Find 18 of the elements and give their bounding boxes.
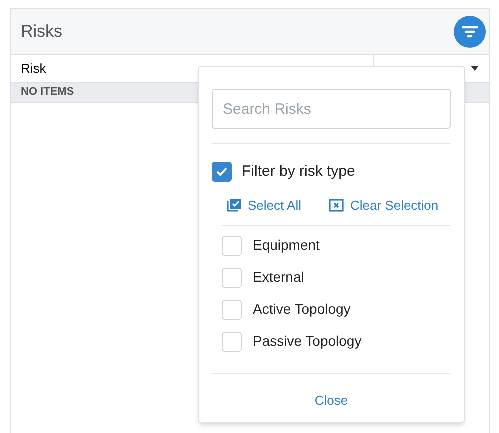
- close-button[interactable]: Close: [314, 391, 348, 410]
- checkbox[interactable]: [212, 162, 232, 182]
- checkbox-label: Active Topology: [253, 300, 351, 319]
- checkbox-label: Filter by risk type: [242, 162, 356, 182]
- select-all-link[interactable]: Select All: [227, 196, 302, 215]
- filter-button[interactable]: [454, 16, 486, 48]
- clear-selection-link[interactable]: Clear Selection: [329, 196, 439, 215]
- select-all-icon: [227, 198, 242, 212]
- search-field[interactable]: Search Risks: [212, 89, 451, 129]
- checkbox-label: Equipment: [253, 236, 320, 255]
- filter-icon: [462, 26, 478, 38]
- empty-message: NO ITEMS: [21, 85, 74, 100]
- dropdown-caret-icon[interactable]: [471, 66, 479, 71]
- checkbox-label: Passive Topology: [253, 332, 362, 351]
- panel-title: Risks: [21, 20, 63, 43]
- check-icon: [216, 167, 228, 178]
- checkbox-label: External: [253, 268, 304, 287]
- clear-icon: [329, 198, 344, 212]
